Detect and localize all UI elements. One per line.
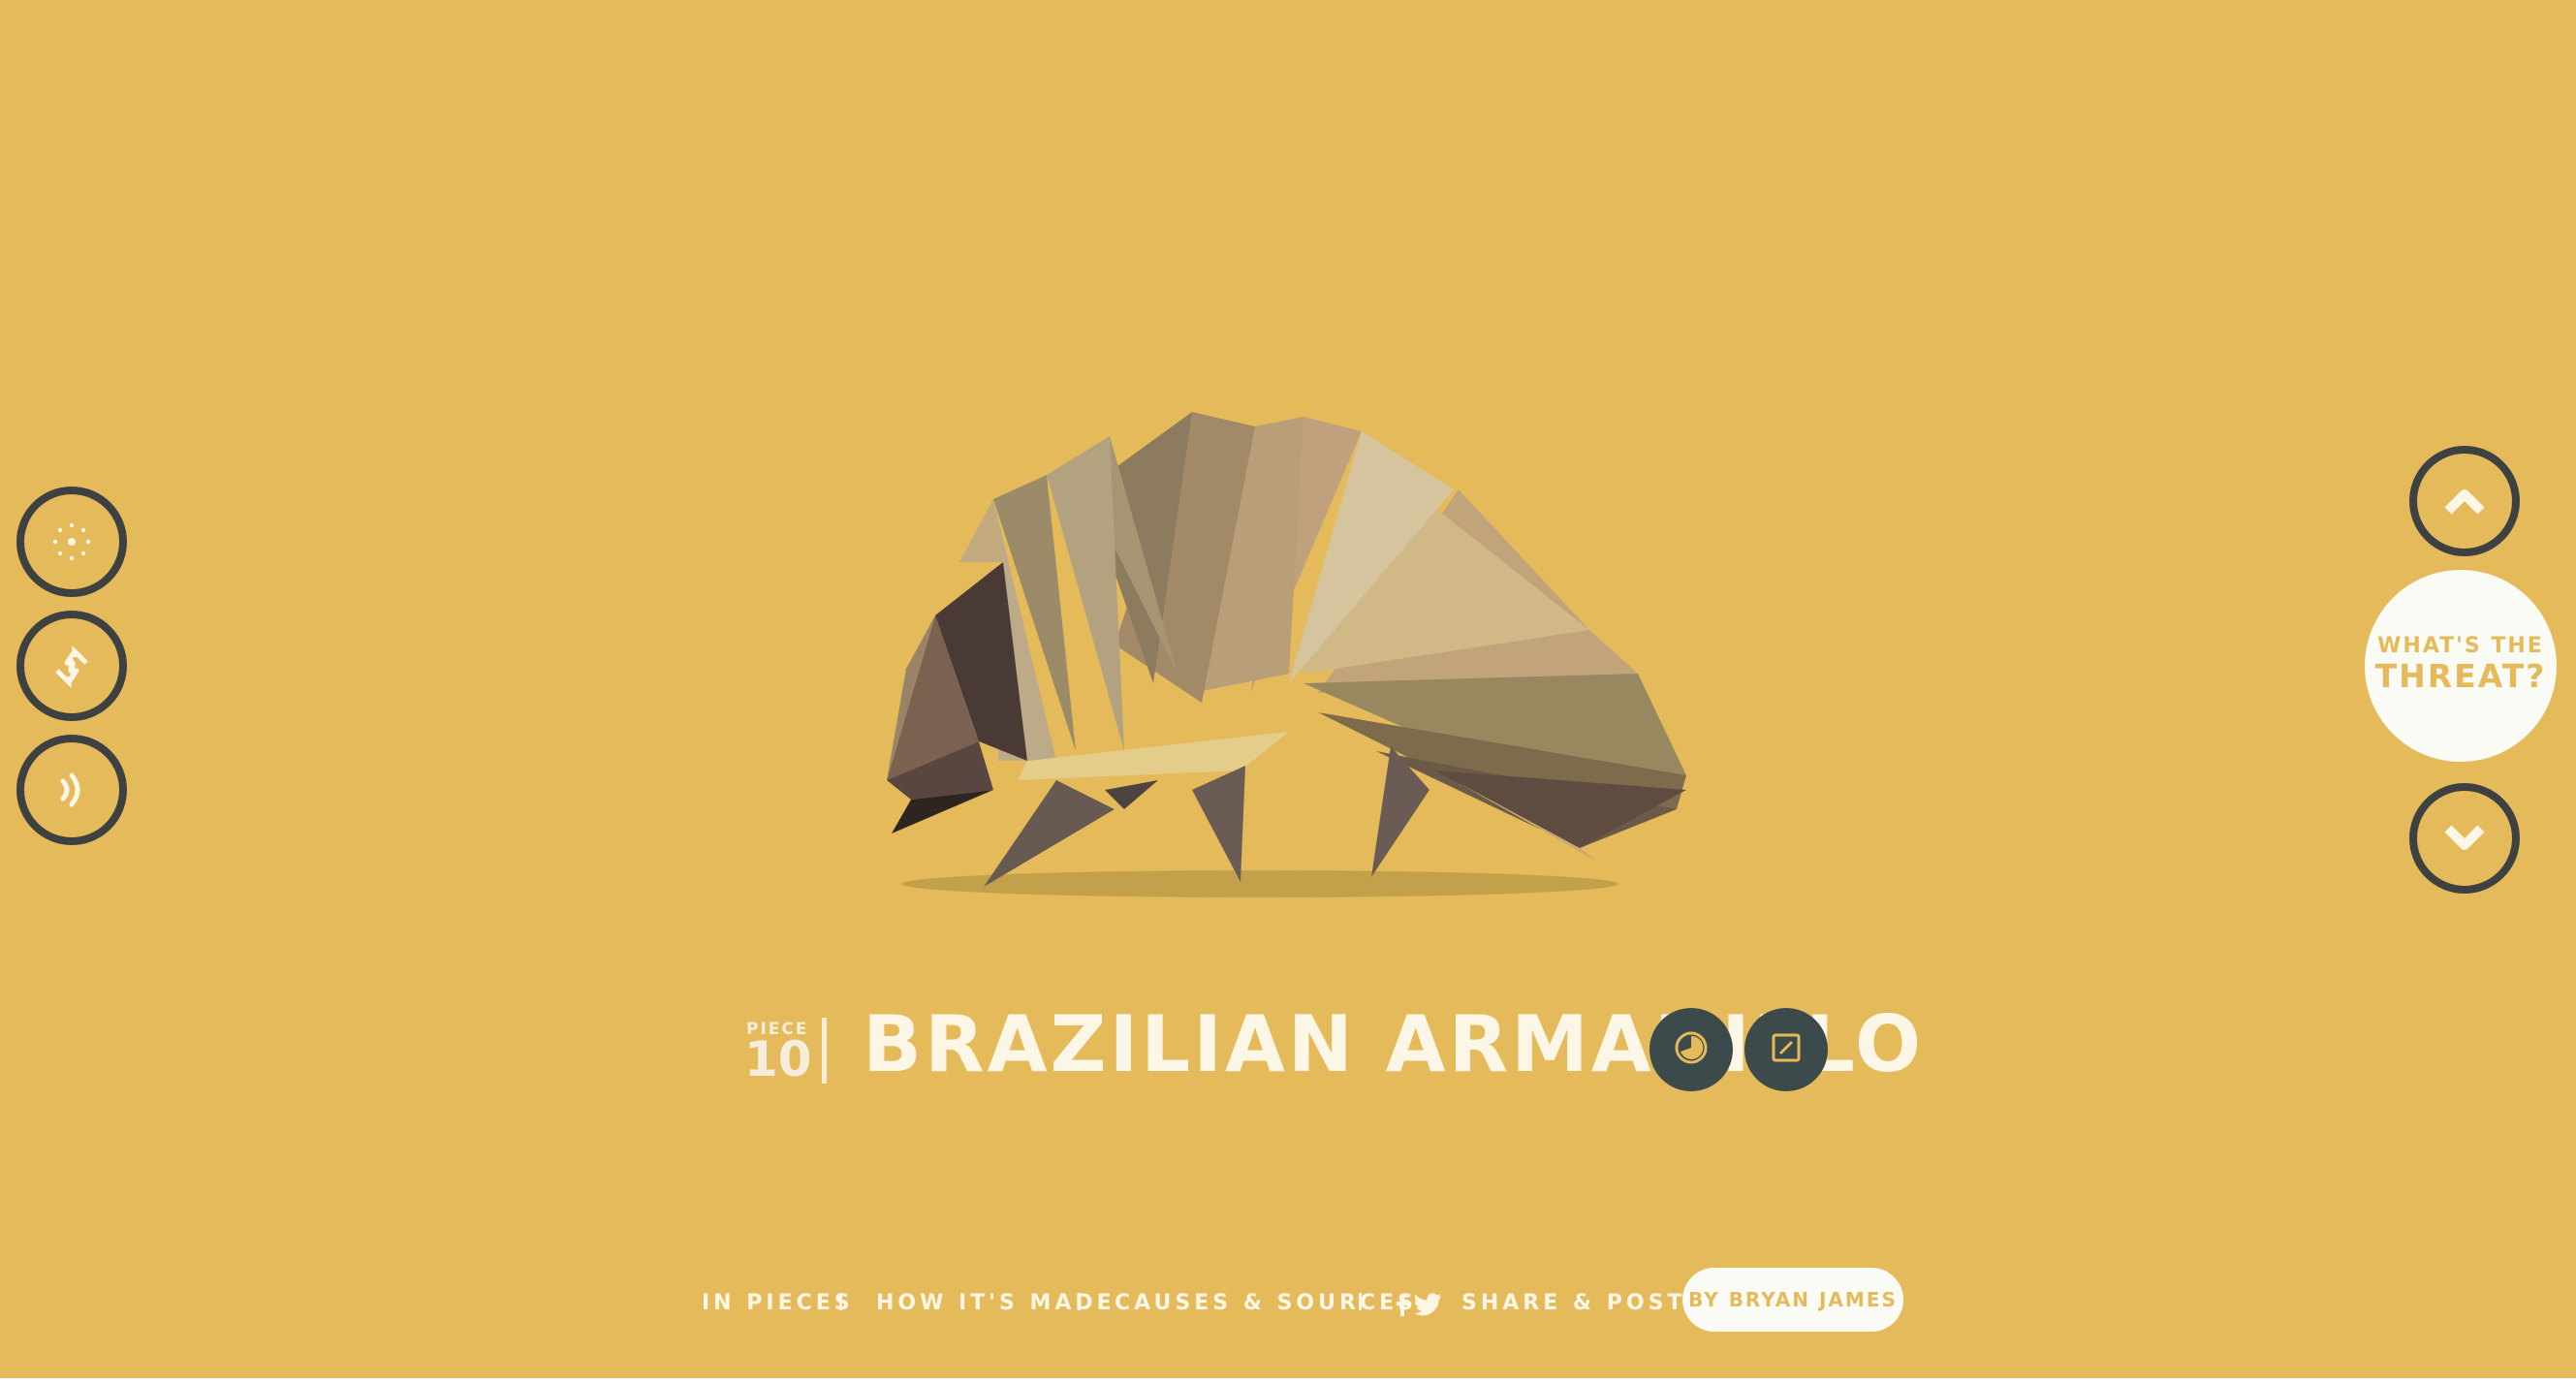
threat-label-top: WHAT'S THE — [2377, 634, 2544, 659]
facebook-icon[interactable] — [1394, 1293, 1411, 1320]
fullscreen-button[interactable] — [1744, 1008, 1828, 1091]
title-divider — [822, 1018, 827, 1084]
footer-divider — [839, 1293, 842, 1310]
twitter-icon[interactable] — [1414, 1293, 1442, 1320]
armadillo-illustration — [887, 412, 1686, 897]
sound-toggle-button[interactable] — [16, 735, 127, 845]
footer-divider — [1078, 1293, 1081, 1310]
next-piece-button[interactable] — [2409, 783, 2520, 894]
whats-the-threat-button[interactable]: WHAT'S THE THREAT? — [2365, 570, 2557, 762]
pie-chart-icon — [1672, 1028, 1711, 1071]
page-stage: WHAT'S THE THREAT? PIECE 10 BRAZILIAN AR… — [0, 0, 2576, 1384]
footer-link-in-pieces[interactable]: IN PIECES — [702, 1291, 854, 1315]
resize-icon — [1767, 1028, 1806, 1071]
sound-waves-icon — [47, 766, 96, 814]
chevron-down-icon — [2440, 819, 2489, 858]
dots-burst-icon — [47, 518, 96, 566]
footer-divider — [1359, 1293, 1362, 1310]
bottom-edge-strip — [0, 1378, 2576, 1384]
swap-arrows-icon — [47, 642, 96, 690]
piece-number: 10 — [744, 1031, 812, 1087]
threat-label-bottom: THREAT? — [2374, 657, 2547, 696]
shuffle-toggle-button[interactable] — [16, 611, 127, 721]
author-credit-button[interactable]: BY BRYAN JAMES — [1682, 1268, 1903, 1332]
stats-button[interactable] — [1649, 1008, 1733, 1091]
chevron-up-icon — [2440, 482, 2489, 520]
footer-link-causes-sources[interactable]: CAUSES & SOURCES — [1115, 1291, 1417, 1315]
particles-toggle-button[interactable] — [16, 487, 127, 597]
previous-piece-button[interactable] — [2409, 446, 2520, 556]
